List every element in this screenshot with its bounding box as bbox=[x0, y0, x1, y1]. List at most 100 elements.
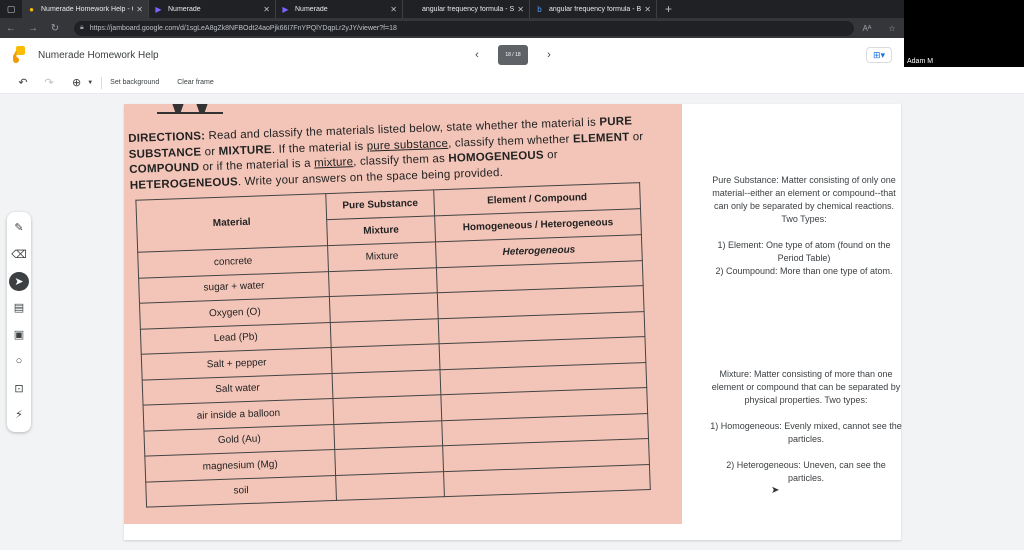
type-cell bbox=[329, 292, 439, 323]
worksheet-decoration bbox=[157, 104, 223, 114]
note-text: Mixture: Matter consisting of more than … bbox=[711, 369, 901, 405]
directions-compound: COMPOUND bbox=[129, 161, 200, 176]
jam-title[interactable]: Numerade Homework Help bbox=[38, 50, 159, 61]
select-icon[interactable]: ➤ bbox=[9, 271, 29, 291]
close-tab-icon[interactable]: ✕ bbox=[263, 5, 270, 14]
app-header: Numerade Homework Help ‹ 18 / 18 › ⊞▾ bbox=[0, 38, 904, 72]
close-tab-icon[interactable]: ✕ bbox=[136, 5, 143, 14]
reload-icon[interactable]: ↻ bbox=[44, 23, 66, 34]
note-text: 1) Element: One type of atom (found on t… bbox=[717, 240, 891, 263]
close-tab-icon[interactable]: ✕ bbox=[644, 5, 651, 14]
type-cell bbox=[334, 445, 444, 475]
directions-mixture-underlined: mixture bbox=[313, 156, 354, 170]
favorites-icon[interactable]: ☆ bbox=[888, 24, 895, 33]
previous-frame-icon[interactable]: ‹ bbox=[470, 49, 484, 61]
directions-text: or bbox=[543, 149, 559, 162]
type-cell bbox=[331, 343, 440, 374]
text-box-icon[interactable]: ⊡ bbox=[9, 379, 29, 398]
jam-frame[interactable]: DIRECTIONS: Read and classify the materi… bbox=[124, 104, 904, 540]
image-icon[interactable]: ▣ bbox=[9, 325, 29, 344]
directions-text: or if the material is a bbox=[199, 157, 315, 174]
directions-text: . If the material is bbox=[271, 140, 367, 156]
window-menu-icon[interactable]: ▢ bbox=[0, 0, 22, 18]
next-frame-icon[interactable]: › bbox=[542, 49, 556, 61]
bing-icon: b bbox=[537, 4, 542, 14]
header-pure-substance: Pure Substance bbox=[325, 189, 435, 220]
browser-tab-5[interactable]: b angular frequency formula - Bing ✕ bbox=[530, 0, 657, 18]
type-cell bbox=[332, 369, 441, 399]
zoom-button[interactable]: ⊕ ▼ bbox=[72, 76, 93, 89]
tool-palette: ✎ ⌫ ➤ ▤ ▣ ○ ⊡ ⚡ bbox=[7, 212, 31, 432]
directions-text: , classify them whether bbox=[447, 133, 570, 150]
directions-pure-underlined: pure substance bbox=[366, 137, 449, 153]
tab-title: angular frequency formula - Sear bbox=[422, 5, 515, 13]
search-icon bbox=[408, 5, 417, 14]
numerade-icon: ▶ bbox=[155, 4, 162, 14]
mixture-note[interactable]: Mixture: Matter consisting of more than … bbox=[708, 368, 904, 485]
address-bar: ← → ↻ 🔒︎ https://jamboard.google.com/d/1… bbox=[0, 18, 904, 38]
clear-frame-button[interactable]: Clear frame bbox=[177, 79, 214, 86]
video-overlay: Adam M bbox=[904, 0, 1024, 67]
sticky-note-icon[interactable]: ▤ bbox=[9, 298, 29, 317]
set-background-button[interactable]: Set background bbox=[110, 79, 159, 86]
browser-tab-1[interactable]: ● Numerade Homework Help - Goo ✕ bbox=[22, 0, 149, 18]
mouse-cursor-icon: ➤ bbox=[771, 485, 780, 496]
jamboard-logo-icon bbox=[12, 46, 26, 64]
redo-icon[interactable]: ↷ bbox=[36, 76, 62, 89]
directions-text: or bbox=[201, 145, 219, 158]
directions-text: , classify them as bbox=[352, 152, 446, 169]
frame-indicator: 18 / 18 bbox=[505, 52, 521, 58]
tab-title: angular frequency formula - Bing bbox=[549, 5, 642, 13]
directions-text: or bbox=[629, 130, 644, 144]
note-text: 2) Coumpound: More than one type of atom… bbox=[715, 266, 893, 276]
jamboard-icon: ● bbox=[29, 4, 34, 14]
pen-icon[interactable]: ✎ bbox=[9, 218, 29, 237]
circle-icon[interactable]: ○ bbox=[9, 352, 29, 371]
present-icon: ⊞▾ bbox=[872, 49, 886, 60]
type-cell bbox=[335, 471, 445, 501]
header-mixture: Mixture bbox=[326, 215, 436, 246]
tab-title: Numerade Homework Help - Goo bbox=[41, 5, 133, 13]
canvas-area: DIRECTIONS: Read and classify the materi… bbox=[0, 94, 1024, 550]
url-field[interactable]: 🔒︎ https://jamboard.google.com/d/1sgLeA8… bbox=[74, 20, 854, 36]
close-tab-icon[interactable]: ✕ bbox=[390, 5, 397, 14]
type-cell bbox=[328, 267, 438, 297]
back-icon[interactable]: ← bbox=[0, 23, 22, 34]
browser-tab-strip: ▢ ● Numerade Homework Help - Goo ✕ ▶ Num… bbox=[0, 0, 904, 18]
note-text: Pure Substance: Matter consisting of onl… bbox=[712, 175, 896, 224]
header-material: Material bbox=[135, 193, 328, 253]
new-tab-icon[interactable]: + bbox=[657, 2, 672, 16]
toolbar-divider bbox=[101, 76, 103, 89]
type-cell bbox=[332, 394, 442, 424]
worksheet-table: Material Pure Substance Element / Compou… bbox=[135, 182, 651, 508]
laser-icon[interactable]: ⚡ bbox=[9, 405, 29, 424]
present-button[interactable]: ⊞▾ bbox=[866, 47, 892, 63]
chevron-down-icon: ▼ bbox=[87, 79, 94, 86]
directions-mixture: MIXTURE bbox=[218, 143, 273, 158]
pure-substance-note[interactable]: Pure Substance: Matter consisting of onl… bbox=[706, 174, 902, 278]
read-aloud-icon[interactable]: Aᴬ bbox=[862, 24, 871, 33]
material-cell: soil bbox=[145, 474, 337, 508]
worksheet-directions: DIRECTIONS: Read and classify the materi… bbox=[128, 114, 650, 194]
worksheet-image[interactable]: DIRECTIONS: Read and classify the materi… bbox=[124, 104, 682, 524]
browser-tab-2[interactable]: ▶ Numerade ✕ bbox=[149, 0, 276, 18]
eraser-icon[interactable]: ⌫ bbox=[9, 245, 29, 264]
note-text: 2) Heterogeneous: Uneven, can see the pa… bbox=[726, 460, 886, 483]
directions-heterogeneous: HETEROGENEOUS bbox=[129, 175, 239, 192]
close-tab-icon[interactable]: ✕ bbox=[517, 5, 524, 14]
frame-bar-button[interactable]: 18 / 18 bbox=[498, 45, 528, 65]
type-cell bbox=[330, 318, 440, 348]
type-cell bbox=[333, 420, 443, 450]
tab-title: Numerade bbox=[168, 5, 201, 13]
note-text: 1) Homogeneous: Evenly mixed, cannot see… bbox=[710, 421, 902, 444]
zoom-icon: ⊕ bbox=[72, 77, 82, 89]
numerade-icon: ▶ bbox=[282, 4, 289, 14]
lock-icon: 🔒︎ bbox=[80, 24, 84, 31]
directions-element: ELEMENT bbox=[572, 131, 630, 145]
undo-icon[interactable]: ↶ bbox=[10, 76, 36, 89]
toolbar: ↶ ↷ ⊕ ▼ Set background Clear frame bbox=[0, 72, 1024, 94]
forward-icon[interactable]: → bbox=[22, 23, 44, 34]
browser-tab-3[interactable]: ▶ Numerade ✕ bbox=[276, 0, 403, 18]
participant-name: Adam M bbox=[907, 58, 934, 65]
browser-tab-4[interactable]: angular frequency formula - Sear ✕ bbox=[403, 0, 530, 18]
